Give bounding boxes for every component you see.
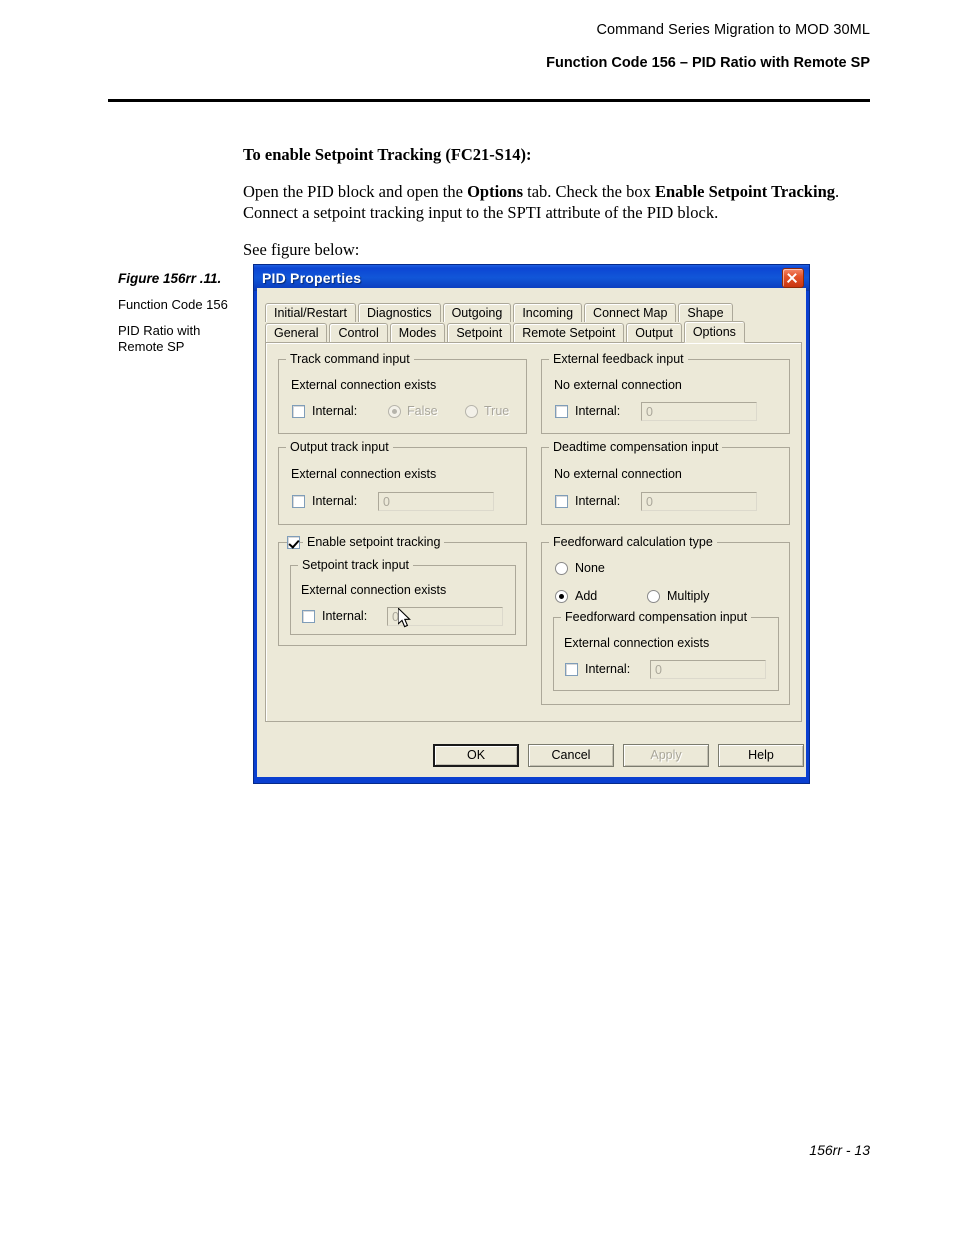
header-section-title: Function Code 156 – PID Ratio with Remot… bbox=[546, 55, 870, 71]
track-command-connection-status: External connection exists bbox=[291, 378, 437, 392]
deadtime-internal-label[interactable]: Internal: bbox=[575, 494, 620, 508]
deadtime-connection-status: No external connection bbox=[554, 467, 682, 481]
header-document-title: Command Series Migration to MOD 30ML bbox=[596, 22, 870, 38]
group-enable-setpoint-tracking: Enable setpoint tracking Setpoint track … bbox=[278, 535, 527, 646]
tab-connect-map[interactable]: Connect Map bbox=[584, 303, 677, 322]
tab-setpoint[interactable]: Setpoint bbox=[447, 323, 512, 342]
dialog-inner: PID Properties Initial/Restart Diagnosti… bbox=[254, 265, 809, 777]
instruction-paragraph: Open the PID block and open the Options … bbox=[243, 181, 873, 223]
figure-subtitle-1: Function Code 156 bbox=[118, 297, 228, 312]
tab-output[interactable]: Output bbox=[626, 323, 682, 342]
output-track-internal-input[interactable]: 0 bbox=[378, 492, 494, 511]
track-command-false-label[interactable]: False bbox=[407, 404, 438, 418]
instruction-heading: To enable Setpoint Tracking (FC21-S14): bbox=[243, 145, 532, 164]
group-feedforward-compensation-input-legend: Feedforward compensation input bbox=[561, 610, 752, 624]
figure-caption: Figure 156rr .11. Function Code 156 PID … bbox=[118, 271, 243, 365]
output-track-internal-label[interactable]: Internal: bbox=[312, 494, 357, 508]
track-command-true-radio[interactable] bbox=[465, 405, 478, 418]
header-divider bbox=[108, 99, 870, 102]
feedforward-comp-connection-status: External connection exists bbox=[564, 636, 710, 650]
feedforward-add-label[interactable]: Add bbox=[575, 589, 597, 603]
apply-button: Apply bbox=[623, 744, 709, 767]
dialog-title: PID Properties bbox=[262, 270, 362, 286]
external-feedback-connection-status: No external connection bbox=[554, 378, 682, 392]
feedforward-none-radio[interactable] bbox=[555, 562, 568, 575]
close-icon[interactable] bbox=[782, 268, 804, 288]
figure-subtitle-2: PID Ratio with Remote SP bbox=[118, 323, 201, 354]
tab-shape[interactable]: Shape bbox=[678, 303, 733, 322]
enable-setpoint-tracking-label[interactable]: Enable setpoint tracking bbox=[303, 535, 445, 549]
tab-general[interactable]: General bbox=[265, 323, 328, 342]
group-output-track-input: Output track input External connection e… bbox=[278, 440, 527, 525]
enable-setpoint-tracking-checkbox[interactable] bbox=[287, 536, 300, 549]
group-track-command-input: Track command input External connection … bbox=[278, 352, 527, 434]
dialog-button-bar: OK Cancel Apply Help bbox=[257, 744, 806, 768]
group-track-command-input-legend: Track command input bbox=[286, 352, 414, 366]
feedforward-add-radio[interactable] bbox=[555, 590, 568, 603]
track-command-internal-checkbox[interactable] bbox=[292, 405, 305, 418]
feedforward-comp-internal-label[interactable]: Internal: bbox=[585, 662, 630, 676]
tab-strip: Initial/Restart Diagnostics Outgoing Inc… bbox=[265, 302, 802, 343]
tab-diagnostics[interactable]: Diagnostics bbox=[357, 303, 441, 322]
feedforward-comp-internal-input[interactable]: 0 bbox=[650, 660, 766, 679]
tab-incoming[interactable]: Incoming bbox=[513, 303, 583, 322]
tab-options[interactable]: Options bbox=[683, 321, 745, 343]
setpoint-track-internal-checkbox[interactable] bbox=[302, 610, 315, 623]
group-external-feedback-input: External feedback input No external conn… bbox=[541, 352, 790, 434]
tab-modes[interactable]: Modes bbox=[389, 323, 446, 342]
tab-control[interactable]: Control bbox=[329, 323, 388, 342]
group-setpoint-track-input-legend: Setpoint track input bbox=[298, 558, 414, 572]
dialog-client-area: Initial/Restart Diagnostics Outgoing Inc… bbox=[257, 288, 806, 777]
feedforward-multiply-radio[interactable] bbox=[647, 590, 660, 603]
ok-button[interactable]: OK bbox=[433, 744, 519, 767]
page-header: Command Series Migration to MOD 30ML Fun… bbox=[108, 22, 870, 71]
group-feedforward-calculation-type-legend: Feedforward calculation type bbox=[549, 535, 717, 549]
setpoint-track-connection-status: External connection exists bbox=[301, 583, 447, 597]
options-tab-panel: Track command input External connection … bbox=[265, 342, 802, 722]
group-feedforward-calculation-type: Feedforward calculation type None Add Mu… bbox=[541, 535, 790, 705]
group-deadtime-compensation-input: Deadtime compensation input No external … bbox=[541, 440, 790, 525]
figure-number: Figure 156rr .11. bbox=[118, 271, 222, 286]
group-external-feedback-input-legend: External feedback input bbox=[549, 352, 688, 366]
cancel-button[interactable]: Cancel bbox=[528, 744, 614, 767]
feedforward-none-label[interactable]: None bbox=[575, 561, 605, 575]
feedforward-multiply-label[interactable]: Multiply bbox=[667, 589, 709, 603]
para-text-2: tab. Check the box bbox=[523, 182, 655, 201]
deadtime-internal-checkbox[interactable] bbox=[555, 495, 568, 508]
para-emphasis-enable-setpoint-tracking: Enable Setpoint Tracking bbox=[654, 182, 835, 201]
track-command-internal-label[interactable]: Internal: bbox=[312, 404, 357, 418]
track-command-false-radio[interactable] bbox=[388, 405, 401, 418]
page-footer: 156rr - 13 bbox=[809, 1142, 870, 1158]
group-setpoint-track-input: Setpoint track input External connection… bbox=[290, 558, 516, 635]
tab-remote-setpoint[interactable]: Remote Setpoint bbox=[513, 323, 625, 342]
feedforward-comp-internal-checkbox[interactable] bbox=[565, 663, 578, 676]
output-track-connection-status: External connection exists bbox=[291, 467, 437, 481]
see-figure-text: See figure below: bbox=[243, 240, 360, 259]
pid-properties-dialog: PID Properties Initial/Restart Diagnosti… bbox=[253, 264, 810, 784]
help-button[interactable]: Help bbox=[718, 744, 804, 767]
body-copy: To enable Setpoint Tracking (FC21-S14): … bbox=[243, 144, 873, 260]
track-command-true-label[interactable]: True bbox=[484, 404, 509, 418]
tab-outgoing[interactable]: Outgoing bbox=[442, 303, 512, 322]
external-feedback-internal-checkbox[interactable] bbox=[555, 405, 568, 418]
group-output-track-input-legend: Output track input bbox=[286, 440, 393, 454]
setpoint-track-internal-input[interactable]: 0 bbox=[387, 607, 503, 626]
external-feedback-internal-input[interactable]: 0 bbox=[641, 402, 757, 421]
tab-row-2: General Control Modes Setpoint Remote Se… bbox=[265, 321, 747, 343]
tab-initial-restart[interactable]: Initial/Restart bbox=[265, 303, 356, 322]
group-deadtime-compensation-input-legend: Deadtime compensation input bbox=[549, 440, 723, 454]
external-feedback-internal-label[interactable]: Internal: bbox=[575, 404, 620, 418]
output-track-internal-checkbox[interactable] bbox=[292, 495, 305, 508]
tab-row-1: Initial/Restart Diagnostics Outgoing Inc… bbox=[265, 302, 735, 322]
setpoint-track-internal-label[interactable]: Internal: bbox=[322, 609, 367, 623]
deadtime-internal-input[interactable]: 0 bbox=[641, 492, 757, 511]
para-text-1: Open the PID block and open the bbox=[243, 182, 468, 201]
group-feedforward-compensation-input: Feedforward compensation input External … bbox=[553, 610, 779, 691]
para-emphasis-options: Options bbox=[467, 182, 524, 201]
